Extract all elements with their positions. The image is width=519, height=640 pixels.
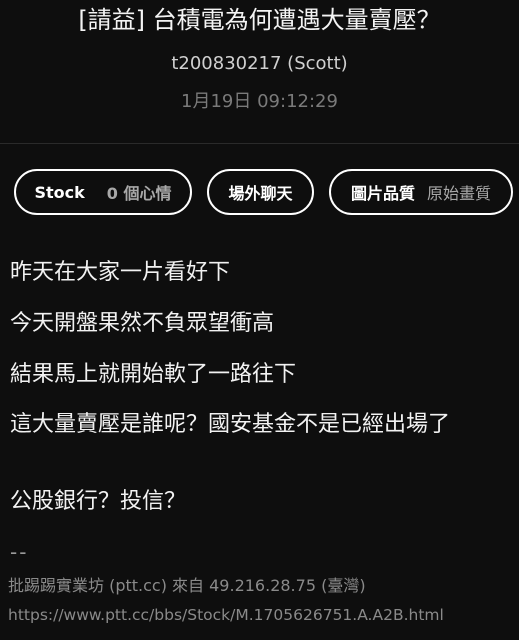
- body-paragraph-2: 今天開盤果然不負眾望衝高: [10, 311, 275, 336]
- image-quality-label: 圖片品質: [350, 184, 415, 203]
- post-timestamp: 1月19日 09:12:29: [181, 91, 338, 112]
- post-source: 批踢踢實業坊 (ptt.cc) 來自 49.216.28.75 (臺灣): [8, 576, 366, 595]
- offtopic-label: 場外聊天: [228, 184, 293, 203]
- image-quality-chip[interactable]: 圖片品質 原始畫質: [329, 169, 513, 215]
- board-name: Stock: [34, 182, 85, 202]
- signature-separator: --: [10, 540, 29, 564]
- header-divider: [0, 143, 519, 144]
- image-quality-value: 原始畫質: [427, 184, 492, 203]
- body-paragraph-4: 這大量賣壓是誰呢？國安基金不是已經出場了: [10, 412, 451, 437]
- offtopic-chip[interactable]: 場外聊天: [207, 169, 314, 215]
- body-paragraph-3: 結果馬上就開始軟了一路往下: [10, 362, 297, 387]
- board-chip-stock[interactable]: Stock 0 個心情: [14, 169, 192, 215]
- body-paragraph-5: 公股銀行？投信？: [10, 489, 187, 514]
- post-author[interactable]: t200830217 (Scott): [0, 52, 519, 76]
- post-title: [請益] 台積電為何遭遇大量賣壓？: [78, 6, 441, 34]
- post-page: [請益] 台積電為何遭遇大量賣壓？ t200830217 (Scott) 1月1…: [0, 0, 519, 640]
- post-url-link[interactable]: https://www.ptt.cc/bbs/Stock/M.170562675…: [8, 606, 444, 624]
- reaction-count: 0 個心情: [106, 184, 172, 203]
- body-paragraph-1: 昨天在大家一片看好下: [10, 260, 231, 285]
